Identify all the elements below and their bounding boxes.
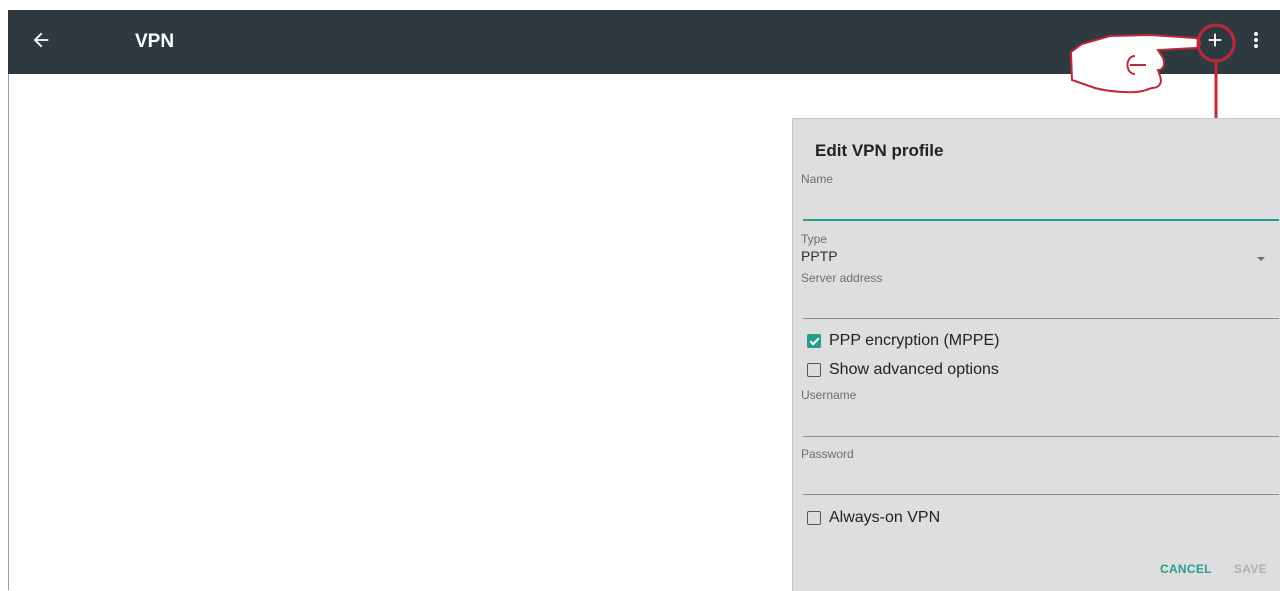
username-underline — [803, 436, 1279, 437]
username-field[interactable] — [801, 409, 1271, 433]
username-label: Username — [801, 388, 857, 402]
more-vert-icon — [1254, 32, 1258, 36]
arrow-left-icon — [33, 32, 49, 48]
server-address-underline — [803, 318, 1279, 319]
more-vert-dot — [1254, 44, 1258, 48]
edit-vpn-profile-dialog: Edit VPN profile Name Type PPTP Server a… — [792, 118, 1280, 591]
ppp-encryption-checkbox-row[interactable]: PPP encryption (MPPE) — [807, 332, 999, 350]
back-button[interactable] — [28, 29, 54, 55]
add-vpn-button[interactable] — [1201, 29, 1229, 57]
show-advanced-checkbox-row[interactable]: Show advanced options — [807, 361, 999, 379]
always-on-checkbox[interactable] — [807, 511, 821, 525]
cancel-button[interactable]: CANCEL — [1160, 562, 1212, 576]
chevron-down-icon[interactable] — [1257, 257, 1265, 261]
ppp-encryption-checkbox[interactable] — [807, 334, 821, 348]
page-title: VPN — [135, 31, 175, 52]
server-address-label: Server address — [801, 271, 883, 285]
type-select[interactable]: PPTP — [801, 248, 1271, 264]
always-on-checkbox-row[interactable]: Always-on VPN — [807, 509, 940, 527]
always-on-label: Always-on VPN — [829, 509, 941, 526]
more-vert-dot — [1254, 38, 1258, 42]
plus-icon — [1208, 33, 1222, 47]
name-label: Name — [801, 172, 834, 186]
app-toolbar: VPN — [8, 10, 1280, 74]
ppp-encryption-label: PPP encryption (MPPE) — [829, 332, 1000, 349]
server-address-field[interactable] — [801, 291, 1271, 315]
frame-border — [8, 74, 9, 590]
password-label: Password — [801, 447, 854, 461]
more-options-button[interactable] — [1248, 30, 1264, 56]
show-advanced-checkbox[interactable] — [807, 363, 821, 377]
save-button[interactable]: SAVE — [1234, 562, 1267, 576]
name-underline — [803, 219, 1279, 221]
dialog-title: Edit VPN profile — [815, 141, 944, 160]
password-field[interactable] — [801, 467, 1271, 491]
type-label: Type — [801, 232, 828, 246]
show-advanced-label: Show advanced options — [829, 361, 999, 378]
password-underline — [803, 494, 1279, 495]
name-field[interactable] — [801, 191, 1271, 217]
